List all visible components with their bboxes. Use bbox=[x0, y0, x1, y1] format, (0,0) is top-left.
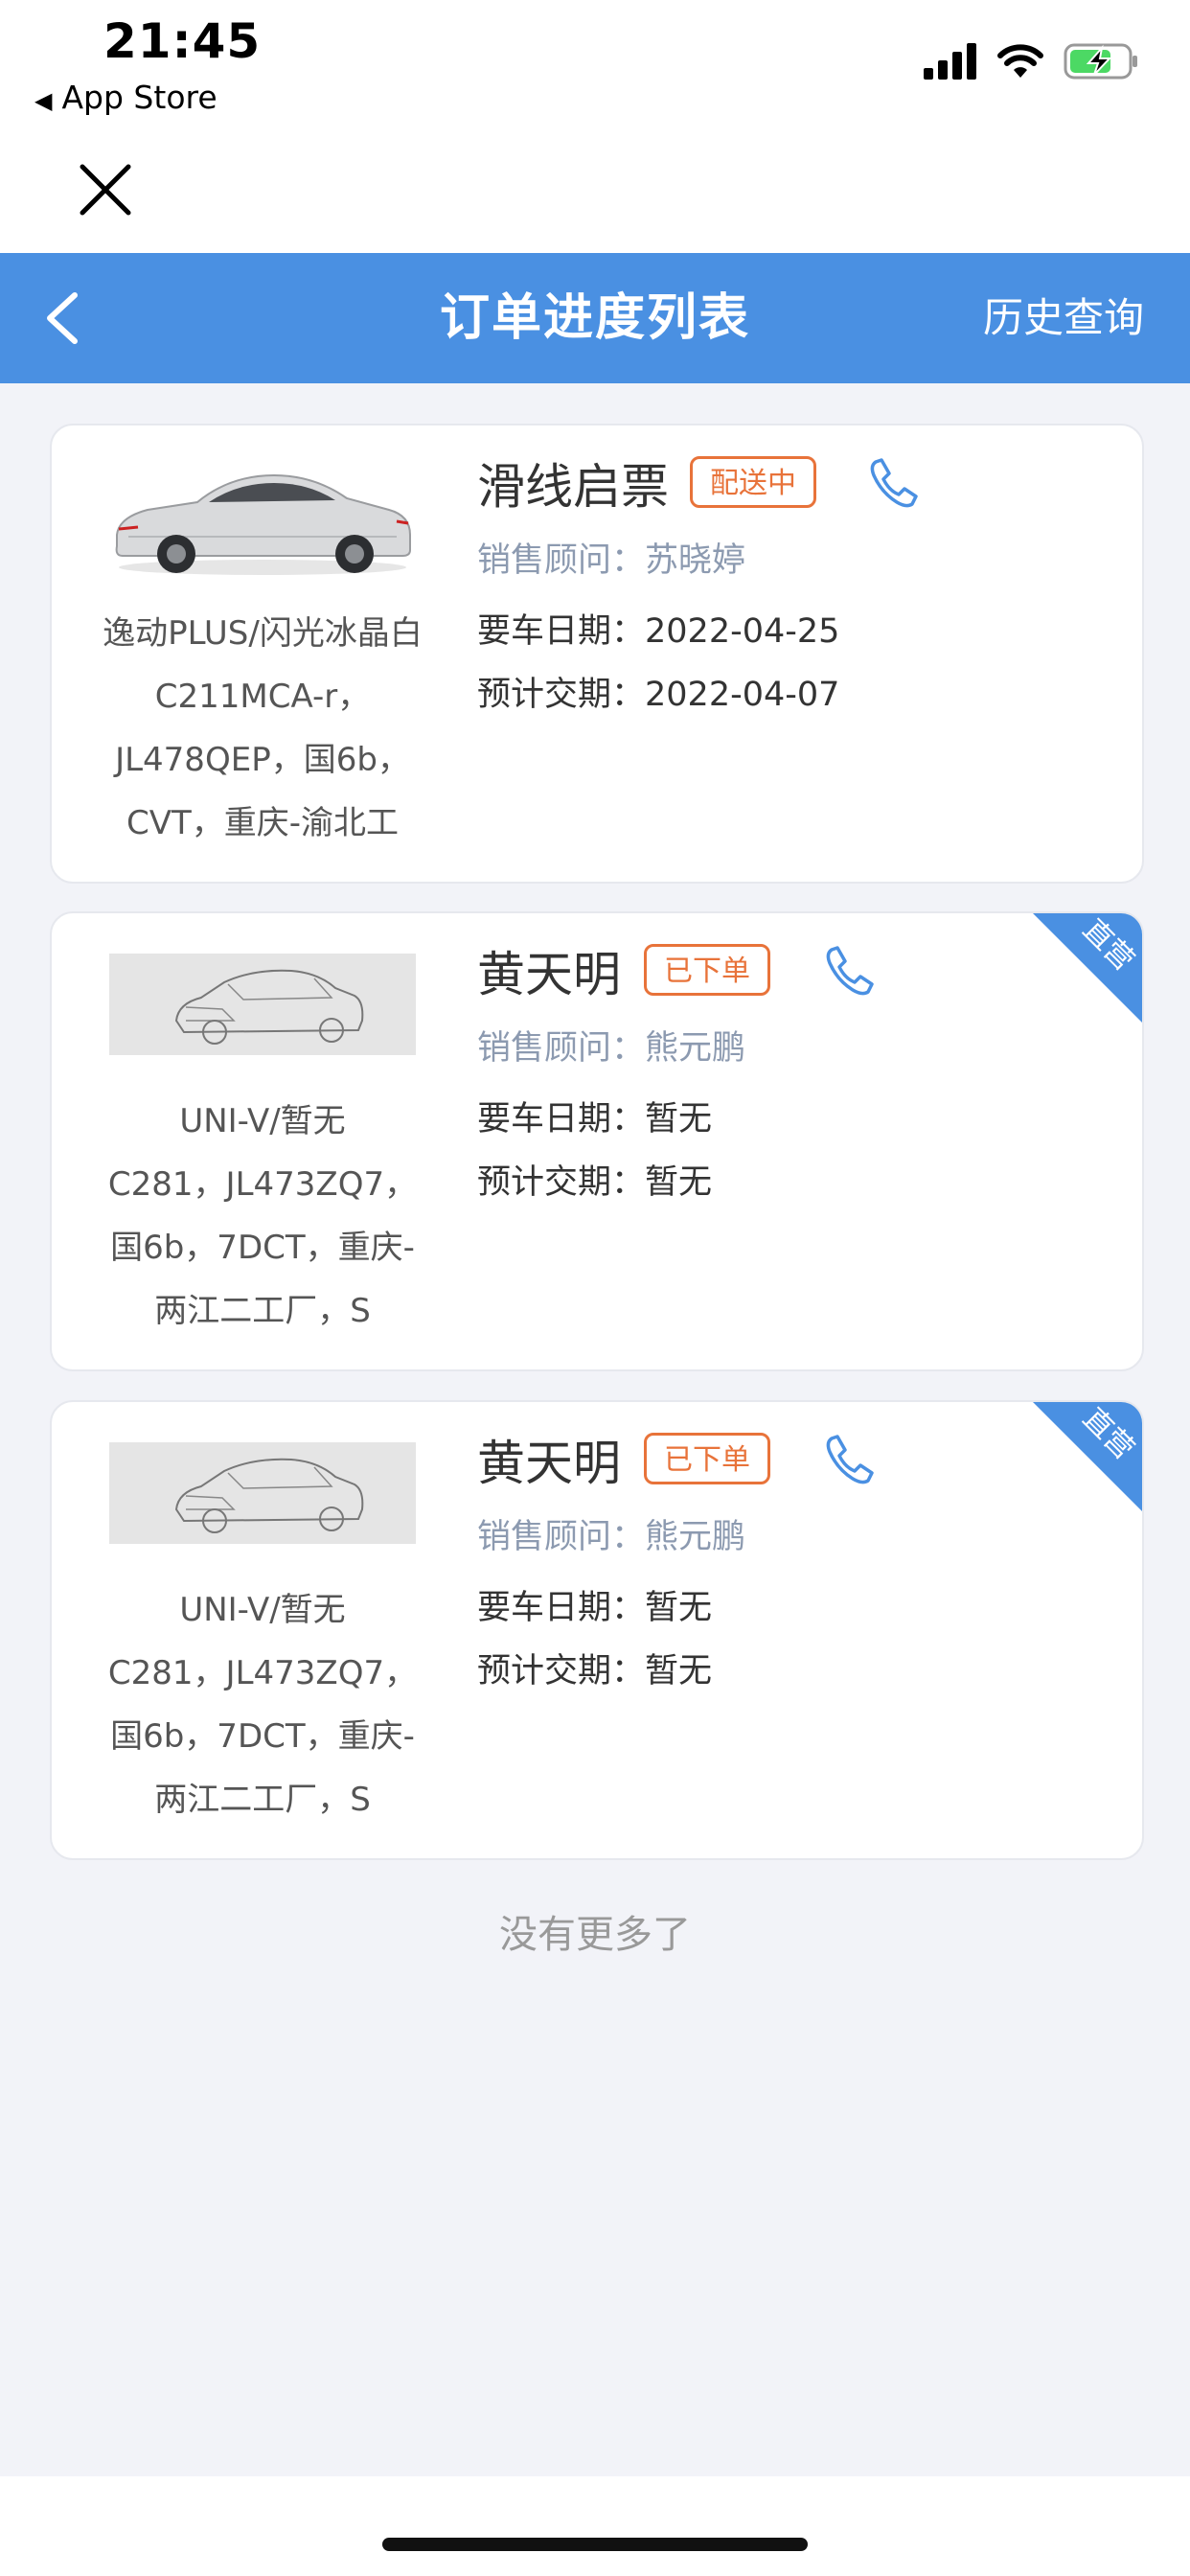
bottom-safe-area bbox=[0, 2476, 1190, 2576]
sales-consultant: 销售顾问：熊元鹏 bbox=[477, 1021, 745, 1070]
consultant-label: 销售顾问： bbox=[477, 1518, 646, 1556]
car-line: UNI-V/暂无 bbox=[179, 1591, 346, 1629]
car-line: JL478QEP，国6b， bbox=[115, 741, 410, 779]
want-date-value: 2022-04-25 bbox=[645, 612, 840, 651]
car-line: C281，JL473ZQ7， bbox=[107, 1654, 418, 1692]
car-line: 两江二工厂，S bbox=[154, 1292, 371, 1330]
eta-date-label: 预计交期： bbox=[477, 1652, 646, 1690]
want-date-value: 暂无 bbox=[645, 1100, 713, 1138]
back-to-app-store[interactable]: ◀ App Store bbox=[34, 79, 217, 116]
phone-icon[interactable] bbox=[868, 456, 920, 508]
car-description: UNI-V/暂无 C281，JL473ZQ7， 国6b，7DCT，重庆- 两江二… bbox=[90, 1090, 435, 1343]
status-bar: 21:45 ◀ App Store bbox=[0, 0, 1190, 253]
history-query-button[interactable]: 历史查询 bbox=[983, 253, 1144, 383]
eta-date-value: 暂无 bbox=[645, 1163, 713, 1202]
left-triangle-icon: ◀ bbox=[34, 87, 53, 114]
car-photo bbox=[115, 473, 411, 575]
no-more-text: 没有更多了 bbox=[499, 1913, 691, 1957]
want-date-label: 要车日期： bbox=[477, 612, 646, 651]
want-date-label: 要车日期： bbox=[477, 1100, 646, 1138]
car-line: 国6b，7DCT，重庆- bbox=[110, 1229, 415, 1267]
car-sketch-image bbox=[109, 1442, 416, 1544]
wifi-icon bbox=[997, 44, 1043, 78]
car-line: CVT，重庆-渝北工 bbox=[126, 804, 400, 842]
car-line: 国6b，7DCT，重庆- bbox=[110, 1717, 415, 1756]
consultant-name: 熊元鹏 bbox=[645, 1518, 746, 1556]
status-time: 21:45 bbox=[103, 13, 262, 69]
battery-charging-icon bbox=[1064, 43, 1137, 80]
system-icons bbox=[924, 40, 1140, 82]
nav-bar: 订单进度列表 历史查询 bbox=[0, 253, 1190, 383]
eta-date: 预计交期：暂无 bbox=[477, 1155, 712, 1204]
phone-icon[interactable] bbox=[824, 1433, 876, 1484]
consultant-label: 销售顾问： bbox=[477, 1029, 646, 1068]
sales-consultant: 销售顾问：熊元鹏 bbox=[477, 1509, 745, 1558]
consultant-label: 销售顾问： bbox=[477, 541, 646, 580]
want-date-value: 暂无 bbox=[645, 1589, 713, 1627]
car-line: C281，JL473ZQ7， bbox=[107, 1165, 418, 1204]
car-sketch-image bbox=[109, 954, 416, 1055]
cellular-signal-icon bbox=[924, 43, 976, 80]
home-indicator[interactable] bbox=[382, 2538, 808, 2551]
want-date: 要车日期：暂无 bbox=[477, 1580, 712, 1629]
eta-date-value: 暂无 bbox=[645, 1652, 713, 1690]
car-line: 逸动PLUS/闪光冰晶白 bbox=[103, 614, 423, 653]
customer-name: 滑线启票 bbox=[477, 459, 669, 515]
car-line: C211MCA-r， bbox=[154, 678, 371, 716]
car-line: UNI-V/暂无 bbox=[179, 1102, 346, 1140]
eta-date-label: 预计交期： bbox=[477, 1163, 646, 1202]
car-description: UNI-V/暂无 C281，JL473ZQ7， 国6b，7DCT，重庆- 两江二… bbox=[90, 1578, 435, 1831]
customer-name: 黄天明 bbox=[477, 1436, 621, 1491]
status-badge: 已下单 bbox=[644, 944, 770, 996]
eta-date: 预计交期：2022-04-07 bbox=[477, 667, 839, 716]
customer-name: 黄天明 bbox=[477, 947, 621, 1002]
close-icon[interactable] bbox=[77, 161, 134, 218]
back-app-label: App Store bbox=[61, 79, 217, 116]
order-card[interactable]: UNI-V/暂无 C281，JL473ZQ7， 国6b，7DCT，重庆- 两江二… bbox=[50, 911, 1144, 1371]
corner-ribbon: 直营 bbox=[1033, 913, 1142, 1023]
phone-icon[interactable] bbox=[824, 944, 876, 996]
eta-date: 预计交期：暂无 bbox=[477, 1644, 712, 1692]
eta-date-label: 预计交期： bbox=[477, 676, 646, 714]
order-card[interactable]: UNI-V/暂无 C281，JL473ZQ7， 国6b，7DCT，重庆- 两江二… bbox=[50, 1400, 1144, 1860]
want-date: 要车日期：暂无 bbox=[477, 1092, 712, 1140]
want-date: 要车日期：2022-04-25 bbox=[477, 604, 839, 653]
car-description: 逸动PLUS/闪光冰晶白 C211MCA-r， JL478QEP，国6b， CV… bbox=[90, 602, 435, 855]
consultant-name: 熊元鹏 bbox=[645, 1029, 746, 1068]
sales-consultant: 销售顾问：苏晓婷 bbox=[477, 533, 745, 582]
status-badge: 配送中 bbox=[690, 456, 816, 508]
consultant-name: 苏晓婷 bbox=[645, 541, 746, 580]
corner-ribbon: 直营 bbox=[1033, 1402, 1142, 1511]
status-badge: 已下单 bbox=[644, 1433, 770, 1484]
car-line: 两江二工厂，S bbox=[154, 1781, 371, 1819]
eta-date-value: 2022-04-07 bbox=[645, 676, 840, 714]
want-date-label: 要车日期： bbox=[477, 1589, 646, 1627]
order-card[interactable]: 逸动PLUS/闪光冰晶白 C211MCA-r， JL478QEP，国6b， CV… bbox=[50, 424, 1144, 884]
